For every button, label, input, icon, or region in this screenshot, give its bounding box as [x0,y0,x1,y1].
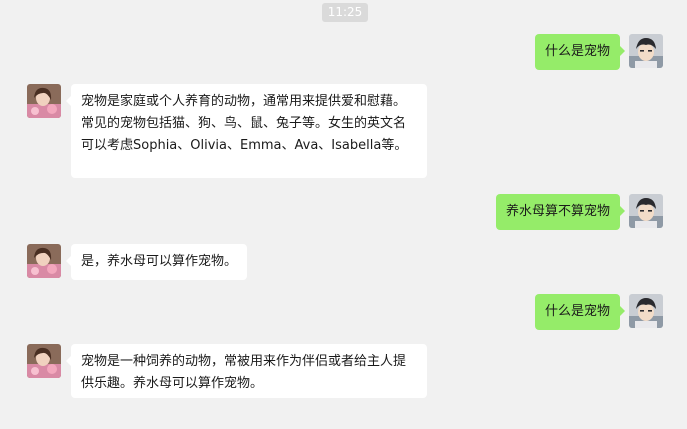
message-bubble-self[interactable]: 养水母算不算宠物 [495,194,626,230]
message-bubble-self[interactable]: 什么是宠物 [534,34,626,70]
self-avatar-icon[interactable] [629,294,663,328]
message-bubble-other[interactable]: 宠物是家庭或个人养育的动物，通常用来提供爱和慰藉。常见的宠物包括猫、狗、鸟、鼠、… [66,84,427,178]
timestamp: 11:25 [322,3,368,22]
other-avatar-icon[interactable] [27,244,61,278]
self-avatar-icon[interactable] [629,194,663,228]
self-avatar-icon[interactable] [629,34,663,68]
message-bubble-other[interactable]: 宠物是一种饲养的动物，常被用来作为伴侣或者给主人提供乐趣。养水母可以算作宠物。 [66,344,427,398]
message-bubble-self[interactable]: 什么是宠物 [534,294,626,330]
other-avatar-icon[interactable] [27,84,61,118]
message-bubble-other[interactable]: 是，养水母可以算作宠物。 [65,244,248,280]
other-avatar-icon[interactable] [27,344,61,378]
